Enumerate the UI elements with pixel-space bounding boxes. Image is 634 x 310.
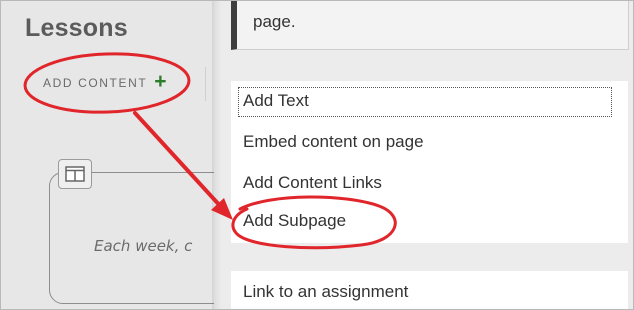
annotation-overlay bbox=[23, 52, 397, 250]
annotation-ellipse-add-subpage bbox=[231, 195, 397, 250]
annotation-ellipse-add-content bbox=[23, 52, 191, 114]
annotation-arrow-line bbox=[133, 111, 225, 211]
screenshot-frame: Lessons ADD CONTENT + Each week, c page.… bbox=[0, 0, 634, 310]
